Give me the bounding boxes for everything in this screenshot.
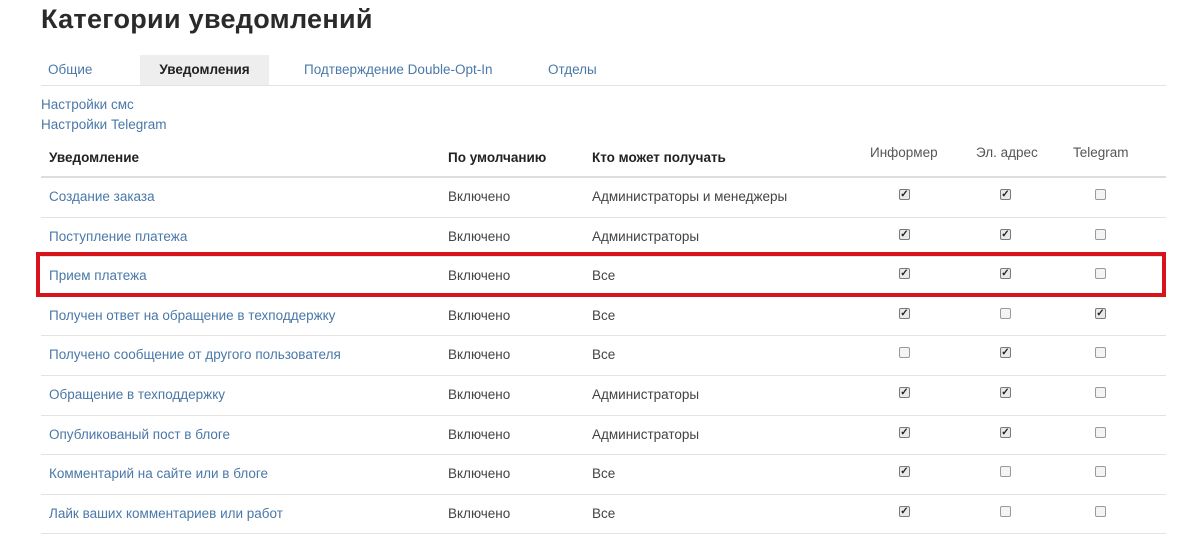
telegram-checkbox[interactable] <box>1095 386 1106 398</box>
col-notification: Уведомление <box>49 150 140 165</box>
table-row: Прием платежа Включено Все ✓ ✓ <box>41 257 1166 297</box>
email-checkbox[interactable]: ✓ <box>1000 426 1011 438</box>
notification-name-link[interactable]: Получено сообщение от другого пользовате… <box>49 347 341 362</box>
informer-checkbox[interactable]: ✓ <box>899 189 910 200</box>
sms-settings-link[interactable]: Настройки смс <box>41 97 134 112</box>
telegram-checkbox[interactable]: ✓ <box>1095 307 1106 319</box>
default-value: Включено <box>448 268 511 284</box>
notification-name-link[interactable]: Получен ответ на обращение в техподдержк… <box>49 308 335 323</box>
telegram-checkbox[interactable] <box>1095 189 1106 200</box>
table-row: Получено сообщение от другого пользовате… <box>41 336 1166 376</box>
recipients-value: Администраторы и менеджеры <box>592 189 788 204</box>
table-row: Лайк ваших комментариев или работ Включен… <box>41 495 1166 535</box>
default-value: Включено <box>448 189 511 204</box>
default-value: Включено <box>448 466 511 482</box>
default-value: Включено <box>448 228 511 244</box>
informer-checkbox[interactable]: ✓ <box>899 386 910 398</box>
notification-name-link[interactable]: Создание заказа <box>49 189 155 204</box>
recipients-value: Все <box>592 505 616 521</box>
notifications-table: Уведомление По умолчанию Кто может получ… <box>41 140 1166 535</box>
default-value: Включено <box>448 307 511 323</box>
table-row: Поступление платежа Включено Администратор… <box>41 218 1166 258</box>
default-value: Включено <box>448 386 511 402</box>
email-checkbox[interactable]: ✓ <box>1000 228 1011 240</box>
notification-name-link[interactable]: Опубликованый пост в блоге <box>49 427 230 442</box>
email-checkbox[interactable]: ✓ <box>1000 268 1011 280</box>
notification-name-link[interactable]: Поступление платежа <box>49 229 187 244</box>
informer-checkbox[interactable] <box>899 347 910 359</box>
tab-notifications[interactable]: Уведомления <box>140 55 269 85</box>
table-row: Комментарий на сайте или в блоге Включено… <box>41 455 1166 495</box>
default-value: Включено <box>448 505 511 521</box>
informer-checkbox[interactable]: ✓ <box>899 228 910 240</box>
email-checkbox[interactable]: ✓ <box>1000 347 1011 359</box>
telegram-checkbox[interactable] <box>1095 505 1106 517</box>
informer-checkbox[interactable]: ✓ <box>899 505 910 517</box>
tab-bar: Общие Уведомления Подтверждение Double-O… <box>41 55 1166 86</box>
recipients-value: Все <box>592 268 616 284</box>
table-row: Обращение в техподдержку Включено Админист… <box>41 376 1166 416</box>
email-checkbox[interactable] <box>1000 466 1011 478</box>
default-value: Включено <box>448 426 511 442</box>
notification-name-link[interactable]: Лайк ваших комментариев или работ <box>49 506 283 521</box>
informer-checkbox[interactable]: ✓ <box>899 307 910 319</box>
col-telegram: Telegram <box>1073 145 1129 160</box>
telegram-checkbox[interactable] <box>1095 426 1106 438</box>
recipients-value: Администраторы <box>592 228 700 244</box>
email-checkbox[interactable]: ✓ <box>1000 386 1011 398</box>
table-header: Уведомление По умолчанию Кто может получ… <box>41 140 1166 178</box>
recipients-value: Все <box>592 347 616 363</box>
informer-checkbox[interactable]: ✓ <box>899 466 910 478</box>
recipients-value: Администраторы <box>592 386 700 402</box>
page-title: Категории уведомлений <box>41 4 373 34</box>
telegram-settings-link[interactable]: Настройки Telegram <box>41 117 166 132</box>
table-row: Создание заказа Включено Администраторы и … <box>41 178 1166 218</box>
table-body: Создание заказа Включено Администраторы и … <box>41 178 1166 535</box>
col-recipients: Кто может получать <box>592 150 726 165</box>
table-row: Опубликованый пост в блоге Включено Админи… <box>41 416 1166 456</box>
recipients-value: Все <box>592 307 616 323</box>
notification-name-link[interactable]: Обращение в техподдержку <box>49 387 225 402</box>
telegram-checkbox[interactable] <box>1095 466 1106 478</box>
notification-name-link[interactable]: Комментарий на сайте или в блоге <box>49 466 268 481</box>
tab-departments[interactable]: Отделы <box>548 55 597 85</box>
col-informer: Информер <box>870 145 938 160</box>
col-email: Эл. адрес <box>976 145 1038 160</box>
informer-checkbox[interactable]: ✓ <box>899 426 910 438</box>
email-checkbox[interactable] <box>1000 307 1011 319</box>
telegram-checkbox[interactable] <box>1095 228 1106 240</box>
notification-name-link[interactable]: Прием платежа <box>49 268 147 283</box>
tab-double-opt-in[interactable]: Подтверждение Double-Opt-In <box>304 55 492 85</box>
telegram-checkbox[interactable] <box>1095 268 1106 280</box>
recipients-value: Все <box>592 466 616 482</box>
tab-general[interactable]: Общие <box>48 55 118 85</box>
email-checkbox[interactable]: ✓ <box>1000 189 1011 200</box>
recipients-value: Администраторы <box>592 426 700 442</box>
telegram-checkbox[interactable] <box>1095 347 1106 359</box>
default-value: Включено <box>448 347 511 363</box>
email-checkbox[interactable] <box>1000 505 1011 517</box>
col-default: По умолчанию <box>448 150 547 165</box>
informer-checkbox[interactable]: ✓ <box>899 268 910 280</box>
table-row: Получен ответ на обращение в техподдержк… <box>41 297 1166 337</box>
